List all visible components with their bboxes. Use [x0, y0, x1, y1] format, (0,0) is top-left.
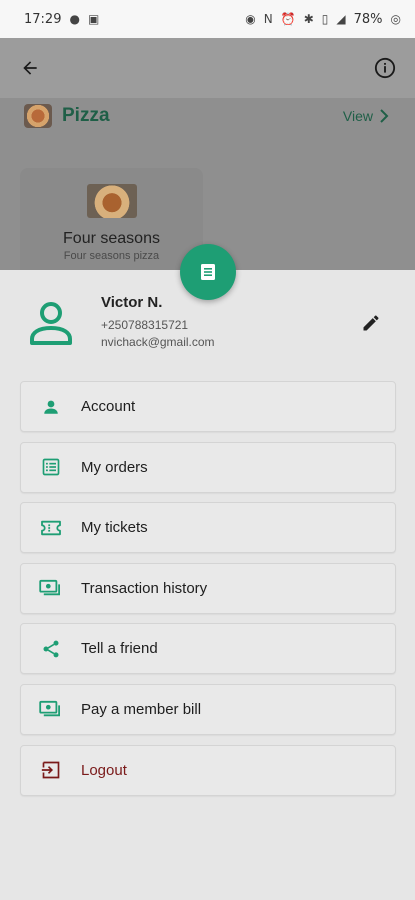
- menu-item-label: Pay a member bill: [81, 700, 202, 718]
- menu-item-label: Account: [81, 398, 136, 415]
- product-image: [86, 184, 137, 218]
- logout-icon: [21, 760, 81, 780]
- account-menu: Account My orders My tickets Transaction…: [20, 381, 396, 805]
- record-icon: ◎: [390, 12, 401, 26]
- battery-level: 78%: [353, 11, 383, 27]
- view-link[interactable]: View: [343, 108, 389, 124]
- chevron-right-icon: [380, 109, 389, 123]
- product-card[interactable]: Four seasons Four seasons pizza: [20, 168, 203, 270]
- menu-item-logout[interactable]: Logout: [20, 744, 396, 796]
- menu-item-account[interactable]: Account: [20, 381, 396, 432]
- receipt-icon: [201, 264, 215, 280]
- share-icon: [21, 639, 81, 659]
- category-header: Pizza View: [0, 98, 415, 134]
- category-title: Pizza: [62, 105, 110, 126]
- menu-item-label: Tell a friend: [81, 640, 158, 658]
- signal-icon: ◢: [336, 12, 346, 26]
- app-bar: [0, 38, 415, 98]
- cash-icon: [21, 700, 81, 718]
- pizza-category-image: [24, 104, 52, 128]
- menu-item-label: My tickets: [81, 519, 148, 537]
- product-name: Four seasons: [63, 230, 160, 247]
- alarm-icon: ⏰: [280, 12, 296, 26]
- menu-item-label: Transaction history: [81, 579, 208, 597]
- user-email: nvichack@gmail.com: [101, 335, 215, 349]
- user-phone: +250788315721: [101, 318, 189, 332]
- menu-item-my-orders[interactable]: My orders: [20, 441, 396, 493]
- bluetooth-icon: ✱: [303, 12, 314, 26]
- status-bar: 17:29 ● ▣ ◉ N ⏰ ✱ ▯ ◢ 78% ◎: [0, 0, 415, 38]
- product-description: Four seasons pizza: [63, 250, 160, 262]
- menu-item-transaction-history[interactable]: Transaction history: [20, 562, 396, 614]
- orders-fab-button[interactable]: [180, 244, 236, 300]
- ticket-icon: [21, 519, 81, 537]
- user-name: Victor N.: [101, 294, 163, 311]
- pencil-icon: [363, 315, 379, 331]
- nfc-icon: N: [263, 12, 273, 26]
- edit-profile-button[interactable]: [358, 310, 384, 336]
- cash-icon: [21, 579, 81, 597]
- game-icon: ◉: [245, 12, 256, 26]
- notification-icon: ▣: [87, 12, 100, 26]
- orders-icon: [21, 457, 81, 477]
- vibrate-icon: ▯: [321, 12, 329, 26]
- menu-item-tell-a-friend[interactable]: Tell a friend: [20, 623, 396, 675]
- profile-header: Victor N. +250788315721 nvichack@gmail.c…: [0, 292, 415, 362]
- menu-item-pay-member-bill[interactable]: Pay a member bill: [20, 683, 396, 735]
- status-time: 17:29: [24, 11, 62, 27]
- menu-item-my-tickets[interactable]: My tickets: [20, 502, 396, 554]
- info-icon[interactable]: [371, 54, 399, 82]
- menu-item-label: Logout: [81, 761, 127, 779]
- view-link-label: View: [342, 108, 373, 124]
- back-arrow-icon[interactable]: [16, 54, 44, 82]
- avatar-icon: [27, 298, 75, 346]
- whatsapp-icon: ●: [69, 12, 80, 26]
- person-icon: [21, 398, 81, 416]
- menu-item-label: My orders: [81, 458, 148, 476]
